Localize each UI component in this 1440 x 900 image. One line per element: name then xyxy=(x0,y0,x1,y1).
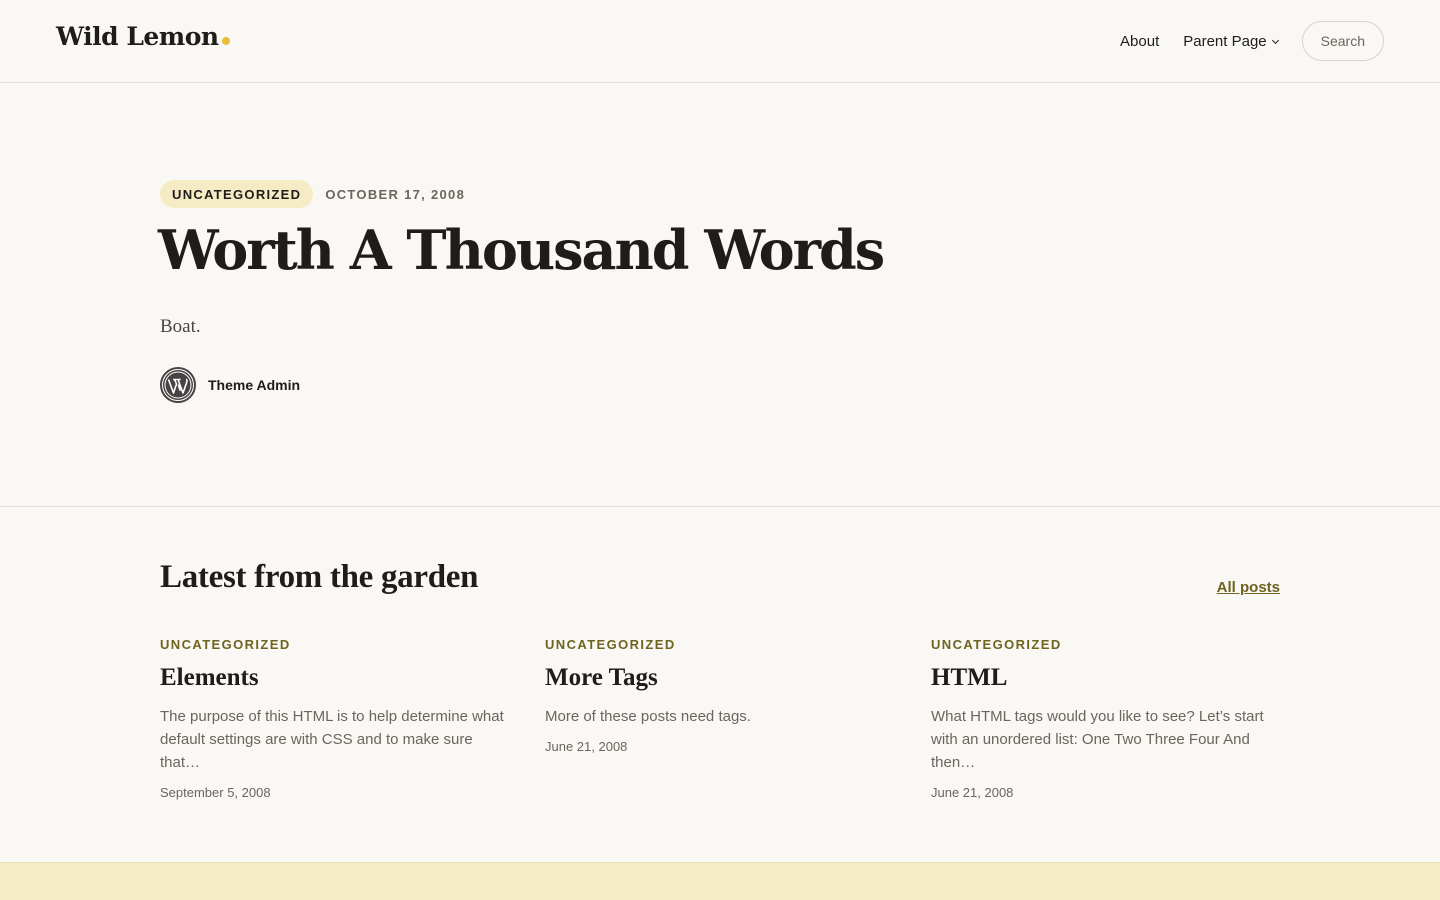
card-excerpt: The purpose of this HTML is to help dete… xyxy=(160,708,504,771)
main-nav: About Parent Page Search xyxy=(1120,21,1384,61)
category-badge[interactable]: UNCATEGORIZED xyxy=(160,180,314,208)
card-date: June 21, 2008 xyxy=(931,785,1014,800)
card-excerpt: More of these posts need tags. xyxy=(545,708,751,725)
wordpress-logo-svg xyxy=(163,370,193,400)
brand-dot-icon xyxy=(221,37,230,45)
card-category[interactable]: UNCATEGORIZED xyxy=(160,637,510,652)
card-title[interactable]: More Tags xyxy=(545,663,895,693)
site-title[interactable]: Wild Lemon xyxy=(56,22,219,51)
nav-about[interactable]: About xyxy=(1120,33,1159,50)
nav-parent-page-label: Parent Page xyxy=(1183,32,1267,50)
card-date: September 5, 2008 xyxy=(160,785,271,800)
card-category[interactable]: UNCATEGORIZED xyxy=(931,637,1281,652)
post-card: UNCATEGORIZED HTML What HTML tags would … xyxy=(931,637,1281,800)
latest-posts: Latest from the garden All posts UNCATEG… xyxy=(0,507,1440,862)
post-meta: UNCATEGORIZED OCTOBER 17, 2008 xyxy=(160,180,465,208)
chevron-down-icon xyxy=(1271,36,1279,44)
section-title: Latest from the garden xyxy=(160,559,479,595)
post-title[interactable]: Worth A Thousand Words xyxy=(158,218,885,283)
card-date: June 21, 2008 xyxy=(545,739,628,754)
author-name[interactable]: Theme Admin xyxy=(208,377,300,393)
featured-post: UNCATEGORIZED OCTOBER 17, 2008 Worth A T… xyxy=(0,83,1440,507)
post-author: Theme Admin xyxy=(160,367,300,403)
post-excerpt: Boat. xyxy=(160,316,201,337)
site-logo[interactable]: Wild Lemon xyxy=(56,22,230,51)
card-category[interactable]: UNCATEGORIZED xyxy=(545,637,895,652)
post-date: OCTOBER 17, 2008 xyxy=(325,186,466,202)
post-card: UNCATEGORIZED Elements The purpose of th… xyxy=(160,637,510,800)
card-title[interactable]: HTML xyxy=(931,663,1281,693)
card-title[interactable]: Elements xyxy=(160,663,510,693)
search-button[interactable]: Search xyxy=(1301,21,1384,61)
card-excerpt: What HTML tags would you like to see? Le… xyxy=(931,708,1264,771)
wordpress-logo-icon xyxy=(160,367,196,403)
nav-parent-page[interactable]: Parent Page xyxy=(1183,32,1279,50)
footer-band xyxy=(0,862,1440,900)
post-card: UNCATEGORIZED More Tags More of these po… xyxy=(545,637,895,754)
site-header: Wild Lemon About Parent Page Search xyxy=(0,0,1440,83)
all-posts-link[interactable]: All posts xyxy=(1217,579,1280,596)
